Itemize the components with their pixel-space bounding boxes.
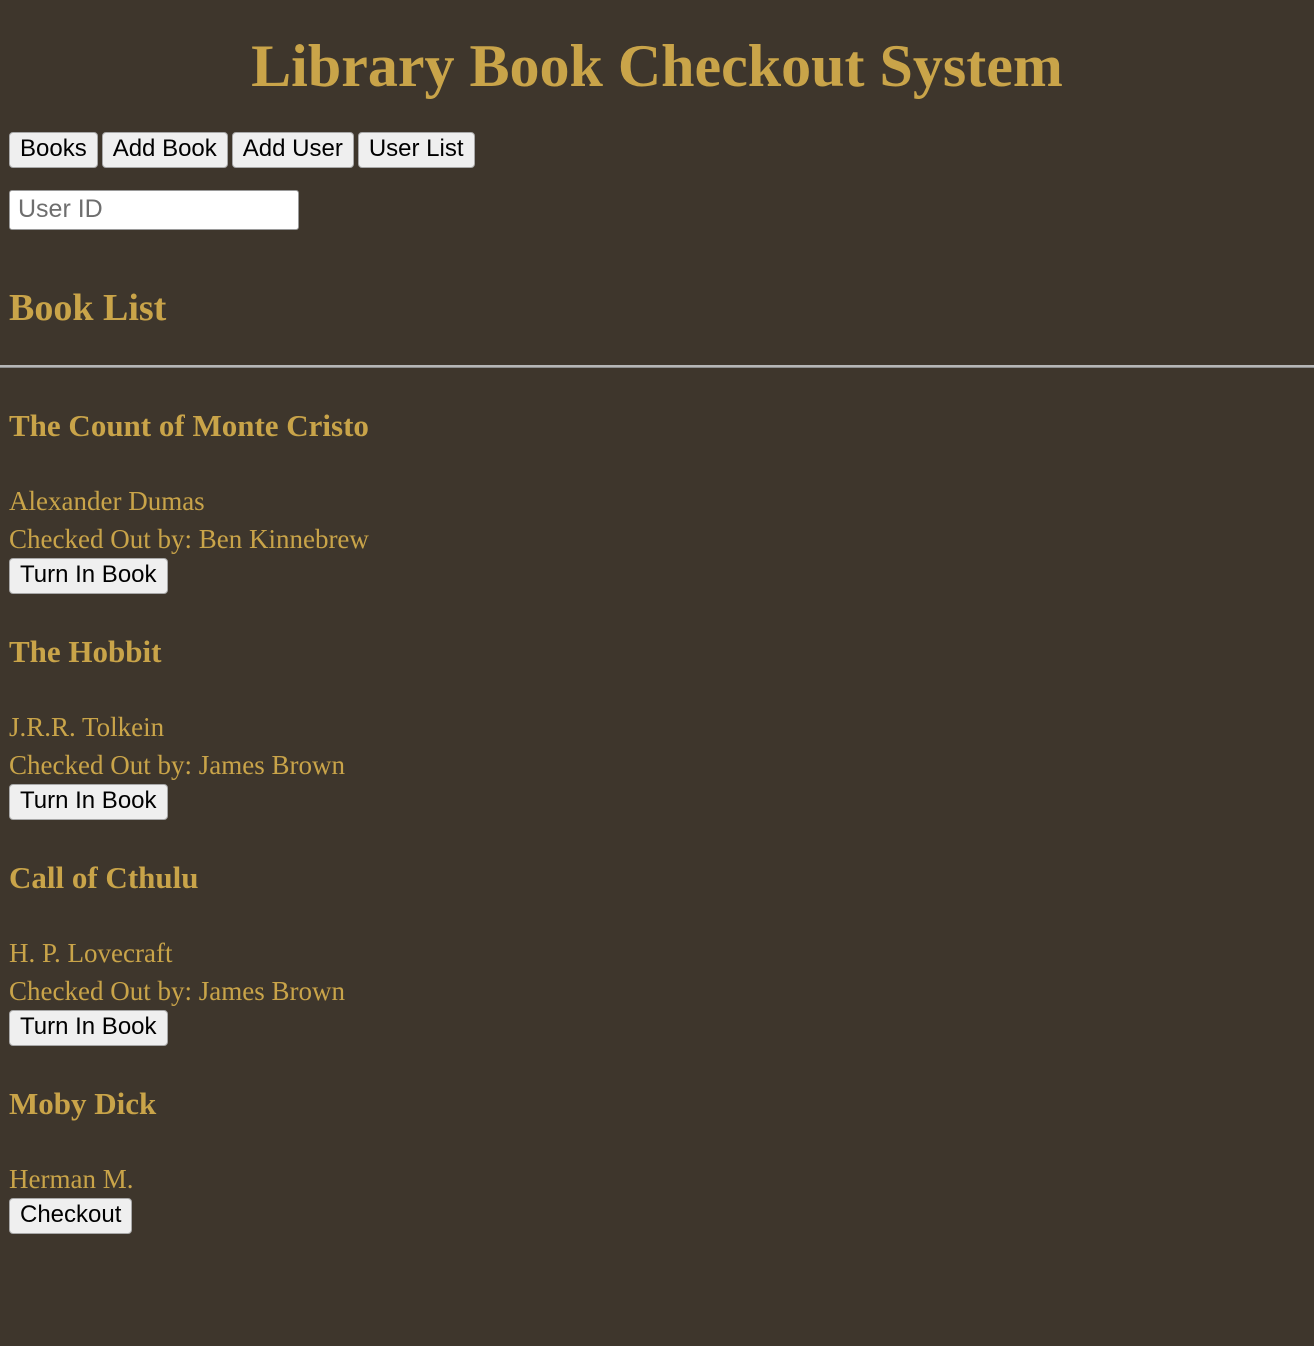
heading-divider xyxy=(0,365,1314,368)
turn-in-book-button[interactable]: Turn In Book xyxy=(9,1010,168,1046)
book-title: The Hobbit xyxy=(9,634,162,669)
book-title: Moby Dick xyxy=(9,1086,157,1121)
book-author: J.R.R. Tolkein xyxy=(9,712,165,742)
book-actions: Checkout xyxy=(9,1198,1314,1234)
book-actions: Turn In Book xyxy=(9,784,1314,820)
book-meta: Herman M. xyxy=(9,1160,1314,1198)
book-list-item: Call of Cthulu H. P. Lovecraft Checked O… xyxy=(0,860,1314,1046)
checkout-button[interactable]: Checkout xyxy=(9,1198,133,1234)
book-author: H. P. Lovecraft xyxy=(9,938,173,968)
book-meta: H. P. Lovecraft Checked Out by: James Br… xyxy=(9,934,1314,1010)
turn-in-book-button[interactable]: Turn In Book xyxy=(9,558,168,594)
book-list-item: The Count of Monte Cristo Alexander Duma… xyxy=(0,408,1314,594)
book-checked-out-by: Checked Out by: Ben Kinnebrew xyxy=(9,524,369,554)
book-checked-out-by: Checked Out by: James Brown xyxy=(9,750,345,780)
book-checked-out-by: Checked Out by: James Brown xyxy=(9,976,345,1006)
page-root: Library Book Checkout System Books Add Bo… xyxy=(0,0,1314,1254)
turn-in-book-button[interactable]: Turn In Book xyxy=(9,784,168,820)
book-list-item: Moby Dick Herman M. Checkout xyxy=(0,1086,1314,1234)
book-list-item: The Hobbit J.R.R. Tolkein Checked Out by… xyxy=(0,634,1314,820)
bottom-spacer xyxy=(0,1234,1314,1254)
page-title: Library Book Checkout System xyxy=(251,33,1063,99)
book-actions: Turn In Book xyxy=(9,558,1314,594)
book-meta: Alexander Dumas Checked Out by: Ben Kinn… xyxy=(9,482,1314,558)
main-nav: Books Add Book Add User User List xyxy=(0,132,1314,168)
book-list: The Count of Monte Cristo Alexander Duma… xyxy=(0,408,1314,1234)
book-meta: J.R.R. Tolkein Checked Out by: James Bro… xyxy=(9,708,1314,784)
book-actions: Turn In Book xyxy=(9,1010,1314,1046)
book-list-heading: Book List xyxy=(9,287,167,329)
book-title: The Count of Monte Cristo xyxy=(9,408,369,443)
nav-button-books[interactable]: Books xyxy=(9,132,98,168)
book-author: Herman M. xyxy=(9,1164,134,1194)
book-author: Alexander Dumas xyxy=(9,486,205,516)
nav-button-user-list[interactable]: User List xyxy=(357,132,475,168)
nav-button-add-user[interactable]: Add User xyxy=(231,132,354,168)
nav-button-add-book[interactable]: Add Book xyxy=(101,132,228,168)
user-id-row xyxy=(0,190,1314,230)
user-id-input[interactable] xyxy=(9,190,299,230)
book-title: Call of Cthulu xyxy=(9,860,199,895)
